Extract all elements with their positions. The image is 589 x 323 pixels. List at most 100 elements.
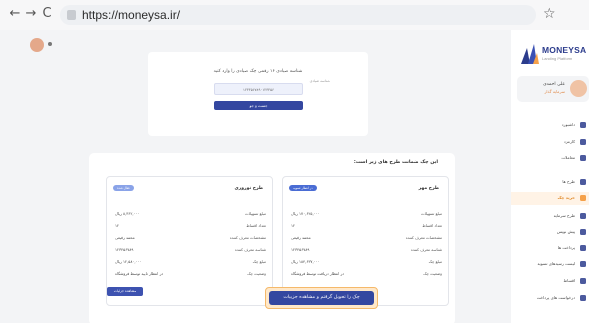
row-value: ۱۲ xyxy=(291,223,296,228)
plan-row: شناسه معرف کننده ۱۲۳۴۵۶۷۸۹ xyxy=(291,247,442,255)
plan-row: تعداد اقساط ۱۲ xyxy=(115,223,266,231)
sidebar-item-investment[interactable]: طرح سرمایه xyxy=(511,210,589,223)
sidebar-item-transactions[interactable]: معاملات xyxy=(511,152,589,165)
plan-row: مبلغ چک ۱۸۴,۶۳۷,۰۰۰ ریال xyxy=(291,259,442,267)
row-value: ۱۲۳۴۵۶۷۸۹ xyxy=(291,247,310,252)
settlements-icon xyxy=(580,261,586,267)
cheque-icon xyxy=(580,195,586,201)
menu-dot-icon[interactable] xyxy=(48,42,52,46)
sidebar: MONEYSA Landing Platform علی احمدی سرمای… xyxy=(511,30,589,323)
sidebar-item-payment-requests[interactable]: درخواست های پرداخت xyxy=(511,292,589,305)
sidebar-item-fee[interactable]: کارمزد xyxy=(511,136,589,149)
draft-icon xyxy=(580,229,586,235)
sidebar-item-installments[interactable]: اقساط xyxy=(511,275,589,288)
row-key: وضعیت چک xyxy=(423,271,442,276)
row-key: تعداد اقساط xyxy=(246,223,266,228)
sidebar-item-settlements[interactable]: لیست رسیدهای تسویه xyxy=(511,258,589,271)
sidebar-item-label: پرداخت ها xyxy=(557,245,575,250)
investment-icon xyxy=(580,213,586,219)
sidebar-item-label: لیست رسیدهای تسویه xyxy=(537,261,575,266)
sidebar-item-label: خرید چک xyxy=(557,195,575,200)
user-role: سرمایه گذار xyxy=(544,89,566,94)
sidebar-item-label: داشبورد xyxy=(561,122,575,127)
row-key: تعداد اقساط xyxy=(422,223,442,228)
row-key: شناسه معرف کننده xyxy=(234,247,266,252)
plan-row: مبلغ تسهیلات ۱۷۰,۶۲۵,۰۰۰ ریال xyxy=(291,211,442,219)
site-info-icon[interactable] xyxy=(67,10,76,20)
row-value: ۱۸۴,۶۳۷,۰۰۰ ریال xyxy=(291,259,320,264)
status-badge: در انتظار تسویه xyxy=(289,185,317,191)
row-key: مبلغ تسهیلات xyxy=(245,211,266,216)
logo-subtitle: Landing Platform xyxy=(542,56,573,61)
row-key: مشخصات معرف کننده xyxy=(229,235,266,240)
cheque-search-title: شناسه صیادی ۱۶ رقمی چک صیادی را وارد کنی… xyxy=(213,69,303,74)
row-value: در انتظار تایید توسط فروشگاه xyxy=(115,271,164,276)
forward-icon[interactable]: → xyxy=(24,7,38,21)
moneysa-logo xyxy=(521,44,539,64)
view-details-button[interactable]: مشاهده جزئیات xyxy=(107,287,143,296)
url-text: https://moneysa.ir/ xyxy=(82,8,181,22)
cheque-received-label: چک را تحویل گرفتم و مشاهده جزییات xyxy=(269,291,374,305)
status-badge: فعال شده xyxy=(113,185,134,191)
bookmark-star-icon[interactable]: ☆ xyxy=(543,6,556,22)
plan-row: وضعیت چک در انتظار تایید توسط فروشگاه xyxy=(115,271,266,279)
row-value: ۱۷۰,۶۲۵,۰۰۰ ریال xyxy=(291,211,320,216)
row-value: ۱۲,۵۸۰,۰۰۰ ریال xyxy=(115,259,142,264)
plan-row: وضعیت چک در انتظار دریافت توسط فروشگاه xyxy=(291,271,442,279)
plan-row: تعداد اقساط ۱۲ xyxy=(291,223,442,231)
cheque-code-input[interactable]: ۱۲۳۴۵۶۷۸۹۰۱۲۳۴۵۶ xyxy=(214,83,303,95)
search-button[interactable]: جست و جو xyxy=(214,101,303,110)
app-area: MONEYSA Landing Platform علی احمدی سرمای… xyxy=(0,30,589,323)
sidebar-item-label: کارمزد xyxy=(563,139,575,144)
row-key: وضعیت چک xyxy=(247,271,266,276)
sidebar-item-dashboard[interactable]: داشبورد xyxy=(511,119,589,132)
sidebar-item-buy-cheque[interactable]: خرید چک xyxy=(511,192,589,205)
user-avatar xyxy=(570,80,587,97)
browser-toolbar: ← → C https://moneysa.ir/ ☆ xyxy=(0,0,589,30)
sidebar-item-label: درخواست های پرداخت xyxy=(536,295,575,300)
row-value: در انتظار دریافت توسط فروشگاه xyxy=(291,271,344,276)
row-value: محمد رفیعی xyxy=(115,235,135,240)
plan-row: مبلغ چک ۱۲,۵۸۰,۰۰۰ ریال xyxy=(115,259,266,267)
cheque-code-label: شناسه صیادی xyxy=(309,79,330,83)
row-key: مبلغ چک xyxy=(428,259,442,264)
plans-icon xyxy=(580,179,586,185)
plans-title: این چک ضمانت طرح های زیر است: xyxy=(353,160,438,165)
row-key: شناسه معرف کننده xyxy=(410,247,442,252)
installments-icon xyxy=(580,278,586,284)
plan-row: مشخصات معرف کننده محمد رفیعی xyxy=(115,235,266,243)
row-value: محمد رفیعی xyxy=(291,235,311,240)
plan-row: مبلغ تسهیلات ۸,۳۶۲,۰۰۰ ریال xyxy=(115,211,266,219)
user-card[interactable]: علی احمدی سرمایه گذار xyxy=(517,76,589,102)
sidebar-item-label: طرح ها xyxy=(562,179,575,184)
back-icon[interactable]: ← xyxy=(8,7,22,21)
cheque-search-card: شناسه صیادی ۱۶ رقمی چک صیادی را وارد کنی… xyxy=(148,52,368,136)
plan-name: طرح مهر xyxy=(418,186,439,191)
sidebar-item-payments[interactable]: پرداخت ها xyxy=(511,242,589,255)
address-bar[interactable]: https://moneysa.ir/ xyxy=(60,5,536,25)
sidebar-item-label: معاملات xyxy=(561,155,575,160)
row-value: ۱۲۳۴۵۶۷۸۹ xyxy=(115,247,134,252)
row-value: ۱۲ xyxy=(115,223,120,228)
row-key: مشخصات معرف کننده xyxy=(405,235,442,240)
reload-icon[interactable]: C xyxy=(40,7,54,21)
cheque-received-button[interactable]: چک را تحویل گرفتم و مشاهده جزییات xyxy=(265,287,378,309)
row-value: ۸,۳۶۲,۰۰۰ ریال xyxy=(115,211,140,216)
plan-name: طرح نوروزی xyxy=(234,186,263,191)
plan-row: شناسه معرف کننده ۱۲۳۴۵۶۷۸۹ xyxy=(115,247,266,255)
user-name: علی احمدی xyxy=(543,82,565,87)
fee-icon xyxy=(580,139,586,145)
sidebar-item-label: اقساط xyxy=(563,278,575,283)
row-key: مبلغ تسهیلات xyxy=(421,211,442,216)
plan-row: مشخصات معرف کننده محمد رفیعی xyxy=(291,235,442,243)
sidebar-item-label: پیش نویس xyxy=(556,229,575,234)
row-key: مبلغ چک xyxy=(252,259,266,264)
sidebar-item-draft[interactable]: پیش نویس xyxy=(511,226,589,239)
profile-avatar[interactable] xyxy=(30,38,44,52)
sidebar-item-label: طرح سرمایه xyxy=(553,213,575,218)
payments-icon xyxy=(580,245,586,251)
payment-requests-icon xyxy=(580,295,586,301)
logo-text: MONEYSA xyxy=(542,45,587,55)
transactions-icon xyxy=(580,155,586,161)
sidebar-item-plans[interactable]: طرح ها xyxy=(511,176,589,189)
